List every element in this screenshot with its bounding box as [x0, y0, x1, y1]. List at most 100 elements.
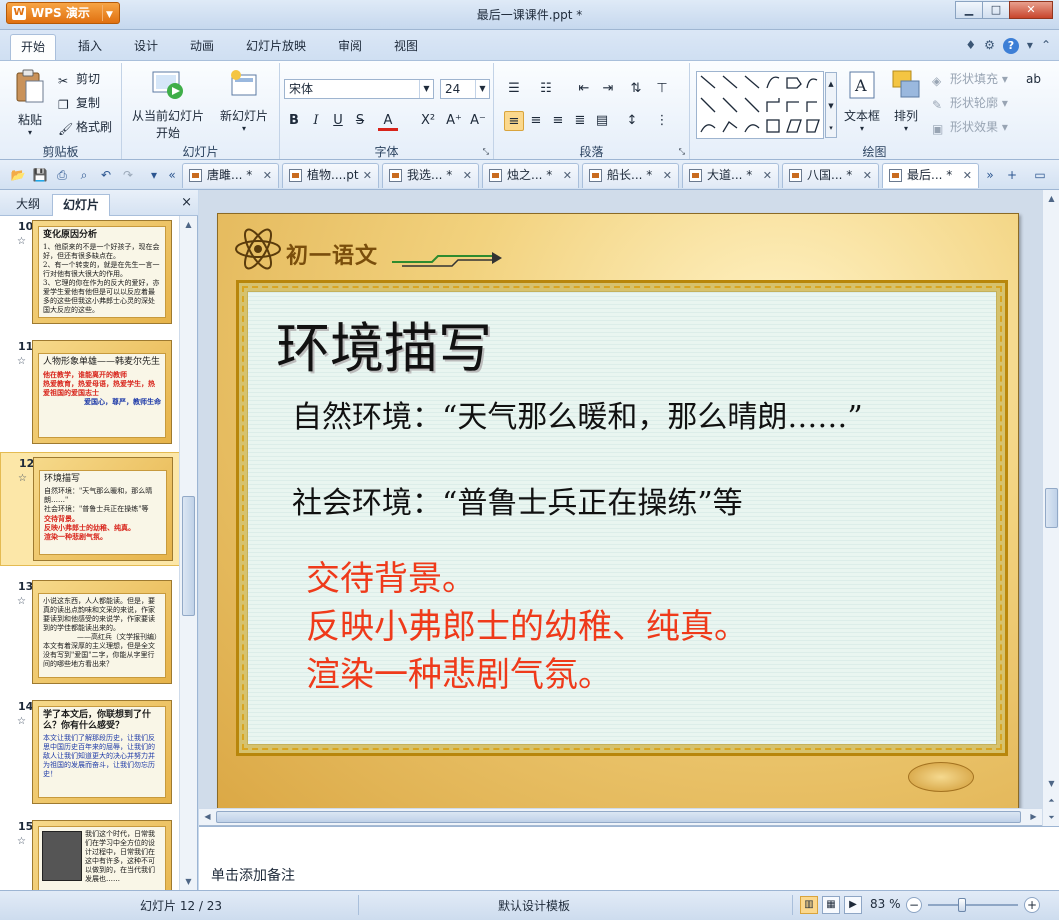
close-icon[interactable]: ✕	[563, 164, 572, 187]
close-icon[interactable]: ✕	[263, 164, 272, 187]
doc-tab[interactable]: 船长... * ✕	[582, 163, 679, 188]
doc-tab[interactable]: 大道... * ✕	[682, 163, 779, 188]
tab-view[interactable]: 视图	[384, 34, 428, 60]
minimize-button[interactable]: ▁	[955, 1, 983, 19]
close-icon[interactable]: ✕	[763, 164, 772, 187]
chevron-down-icon[interactable]: ▾	[1027, 38, 1033, 54]
doc-tab[interactable]: 唐雎... * ✕	[182, 163, 279, 188]
zoom-in-button[interactable]: +	[1024, 897, 1040, 913]
scroll-thumb[interactable]	[182, 496, 195, 616]
redo-icon[interactable]: ↷	[120, 167, 136, 183]
columns-icon[interactable]: ⋮	[652, 111, 672, 131]
previous-slide-icon[interactable]: ⏶	[1043, 792, 1059, 809]
slideshow-view-icon[interactable]: ▶	[844, 896, 862, 914]
zoom-slider-handle[interactable]	[958, 898, 966, 912]
close-button[interactable]: ✕	[1009, 1, 1053, 19]
normal-view-icon[interactable]: ▥	[800, 896, 818, 914]
tab-animation[interactable]: 动画	[180, 34, 224, 60]
slide-text-natural[interactable]: 自然环境：“天气那么暖和，那么晴朗……”	[292, 392, 863, 436]
arrange-button[interactable]: 排列 ▾	[888, 69, 924, 133]
scroll-thumb[interactable]	[216, 811, 1021, 823]
save-icon[interactable]: 💾	[32, 167, 48, 183]
bold-button[interactable]: B	[284, 111, 304, 131]
notes-pane[interactable]: 单击添加备注	[199, 826, 1059, 890]
justify-icon[interactable]: ≣	[570, 111, 590, 131]
line-spacing-icon[interactable]: ↕	[622, 111, 642, 131]
tab-home[interactable]: 开始	[10, 34, 57, 60]
help-icon[interactable]: ?	[1002, 38, 1019, 54]
grow-font-button[interactable]: A⁺	[444, 111, 464, 131]
new-slide-button[interactable]: 新幻灯片 ▾	[216, 69, 272, 133]
close-icon[interactable]: ✕	[363, 164, 372, 187]
slide-red-text-3[interactable]: 渲染一种悲剧气氛。	[306, 652, 612, 698]
align-right-icon[interactable]: ≡	[548, 111, 568, 131]
dialog-launcher-icon[interactable]: ⤡	[483, 147, 489, 157]
decrease-indent-icon[interactable]: ⇤	[574, 79, 594, 99]
font-name-select[interactable]: 宋体 ▼	[284, 79, 434, 99]
scroll-right-icon[interactable]: ▶	[1025, 809, 1042, 825]
doc-tab[interactable]: 我选... * ✕	[382, 163, 479, 188]
undo-icon[interactable]: ↶	[98, 167, 114, 183]
slide-thumbnail-12[interactable]: 12 ☆ 环境描写 自然环境："天气那么暖和，那么晴朗……" 社会环境："普鲁士…	[0, 452, 180, 566]
scroll-thumb[interactable]	[1045, 488, 1058, 528]
notes-placeholder[interactable]: 单击添加备注	[211, 865, 295, 885]
scroll-down-icon[interactable]: ▼	[180, 873, 197, 890]
close-icon[interactable]: ✕	[863, 164, 872, 187]
customize-toolbar-icon[interactable]: ▾	[146, 167, 162, 183]
zoom-slider-track[interactable]	[928, 904, 1018, 906]
wordart-icon[interactable]: ab	[1026, 69, 1041, 89]
canvas-horizontal-scrollbar[interactable]: ◀ ▶	[199, 808, 1042, 825]
scroll-down-icon[interactable]: ▼	[1043, 775, 1059, 792]
shape-fill-button[interactable]: ◈ 形状填充 ▾	[932, 69, 1008, 89]
format-painter-button[interactable]: 🖌 格式刷	[58, 117, 112, 137]
tab-scroll-right-icon[interactable]: »	[982, 167, 998, 183]
tab-design[interactable]: 设计	[124, 34, 168, 60]
current-slide[interactable]: 初一语文 环境描写 自然环境：“天气那么暖和，那么晴朗……” 社会环境：“普鲁士…	[217, 213, 1019, 815]
align-left-icon[interactable]: ≡	[504, 111, 524, 131]
scroll-up-icon[interactable]: ▲	[1043, 190, 1059, 207]
superscript-button[interactable]: X²	[418, 111, 438, 131]
font-color-button[interactable]: A	[378, 111, 398, 131]
tab-slides[interactable]: 幻灯片	[52, 194, 111, 216]
align-text-icon[interactable]: ⊤	[652, 79, 672, 99]
distribute-icon[interactable]: ▤	[592, 111, 612, 131]
canvas-vertical-scrollbar[interactable]: ▲ ▼ ⏶ ⏷	[1042, 190, 1059, 826]
minimize-ribbon-icon[interactable]: ⌃	[1041, 38, 1051, 54]
next-slide-icon[interactable]: ⏷	[1043, 809, 1059, 826]
bullets-icon[interactable]: ☰	[504, 79, 524, 99]
tab-list-icon[interactable]: ▭	[1032, 167, 1048, 183]
align-center-icon[interactable]: ≡	[526, 111, 546, 131]
slide-title[interactable]: 环境描写	[276, 304, 492, 383]
slide-thumbnail-15[interactable]: 15 ☆ 我们这个时代，日常我们在学习中全方位的设计过程中，日常我们在这中有许多…	[0, 816, 180, 890]
underline-button[interactable]: U	[328, 111, 348, 131]
textbox-button[interactable]: A 文本框 ▾	[840, 69, 884, 133]
close-icon[interactable]: ✕	[463, 164, 472, 187]
slide-thumbnail-11[interactable]: 11 ☆ 人物形象单雄——韩麦尔先生 他在教学，谁能离开的教师 热爱教育，热爱母…	[0, 336, 180, 450]
tab-insert[interactable]: 插入	[68, 34, 112, 60]
play-from-current-button[interactable]: 从当前幻灯片 开始	[128, 69, 208, 141]
slide-red-text-1[interactable]: 交待背景。	[306, 556, 476, 602]
print-icon[interactable]: ⎙	[54, 167, 70, 183]
scroll-left-icon[interactable]: ◀	[199, 809, 216, 825]
scroll-up-icon[interactable]: ▲	[180, 216, 197, 233]
font-size-select[interactable]: 24 ▼	[440, 79, 490, 99]
text-direction-icon[interactable]: ⇅	[626, 79, 646, 99]
tab-scroll-left-icon[interactable]: «	[164, 167, 180, 183]
shape-outline-button[interactable]: ✎ 形状轮廓 ▾	[932, 93, 1008, 113]
numbering-icon[interactable]: ☷	[536, 79, 556, 99]
cut-button[interactable]: ✂ 剪切	[58, 69, 100, 89]
dialog-launcher-icon[interactable]: ⤡	[679, 147, 685, 157]
increase-indent-icon[interactable]: ⇥	[598, 79, 618, 99]
slide-sorter-view-icon[interactable]: ▦	[822, 896, 840, 914]
gallery-scroll[interactable]: ▲ ▼ ▾	[825, 72, 837, 138]
shrink-font-button[interactable]: A⁻	[468, 111, 488, 131]
maximize-button[interactable]: □	[982, 1, 1010, 19]
shapes-gallery[interactable]: ▲ ▼ ▾	[696, 71, 837, 139]
italic-button[interactable]: I	[306, 111, 326, 131]
zoom-level[interactable]: 83 %	[870, 897, 901, 911]
close-icon[interactable]: ✕	[663, 164, 672, 187]
doc-tab[interactable]: 植物....pt ✕	[282, 163, 379, 188]
shape-effect-button[interactable]: ▣ 形状效果 ▾	[932, 117, 1008, 137]
skin-icon[interactable]: ♦	[965, 38, 976, 54]
panel-scrollbar[interactable]: ▲ ▼	[179, 216, 197, 890]
